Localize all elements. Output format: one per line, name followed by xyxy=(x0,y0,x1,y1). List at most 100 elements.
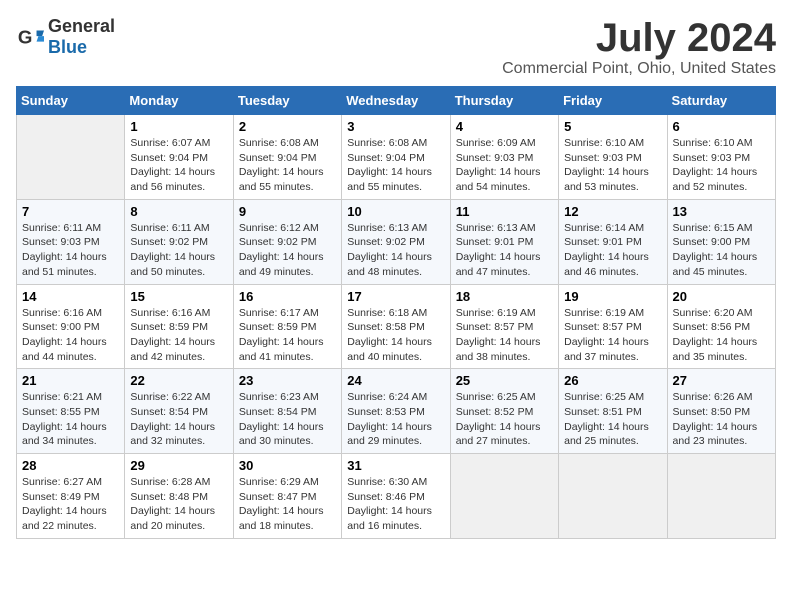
day-info: Sunrise: 6:26 AM Sunset: 8:50 PM Dayligh… xyxy=(673,390,770,449)
calendar-cell: 27 Sunrise: 6:26 AM Sunset: 8:50 PM Dayl… xyxy=(667,369,775,454)
day-info: Sunrise: 6:17 AM Sunset: 8:59 PM Dayligh… xyxy=(239,306,336,365)
day-info: Sunrise: 6:25 AM Sunset: 8:51 PM Dayligh… xyxy=(564,390,661,449)
day-number: 28 xyxy=(22,458,119,473)
day-number: 15 xyxy=(130,289,227,304)
calendar-cell xyxy=(450,454,558,539)
calendar-cell xyxy=(559,454,667,539)
logo: G General Blue xyxy=(16,16,115,58)
day-info: Sunrise: 6:11 AM Sunset: 9:03 PM Dayligh… xyxy=(22,221,119,280)
main-title: July 2024 xyxy=(502,16,776,60)
day-number: 5 xyxy=(564,119,661,134)
subtitle: Commercial Point, Ohio, United States xyxy=(502,60,776,78)
day-number: 12 xyxy=(564,204,661,219)
day-number: 8 xyxy=(130,204,227,219)
day-number: 24 xyxy=(347,373,444,388)
calendar-cell: 12 Sunrise: 6:14 AM Sunset: 9:01 PM Dayl… xyxy=(559,199,667,284)
calendar-cell: 11 Sunrise: 6:13 AM Sunset: 9:01 PM Dayl… xyxy=(450,199,558,284)
calendar-cell: 9 Sunrise: 6:12 AM Sunset: 9:02 PM Dayli… xyxy=(233,199,341,284)
day-number: 16 xyxy=(239,289,336,304)
calendar-cell: 13 Sunrise: 6:15 AM Sunset: 9:00 PM Dayl… xyxy=(667,199,775,284)
day-info: Sunrise: 6:24 AM Sunset: 8:53 PM Dayligh… xyxy=(347,390,444,449)
day-number: 21 xyxy=(22,373,119,388)
logo-text: General Blue xyxy=(48,16,115,58)
title-area: July 2024 Commercial Point, Ohio, United… xyxy=(502,16,776,78)
logo-blue: Blue xyxy=(48,37,87,57)
day-number: 13 xyxy=(673,204,770,219)
day-number: 14 xyxy=(22,289,119,304)
day-of-week-header: Monday xyxy=(125,87,233,115)
calendar-cell: 5 Sunrise: 6:10 AM Sunset: 9:03 PM Dayli… xyxy=(559,115,667,200)
day-info: Sunrise: 6:29 AM Sunset: 8:47 PM Dayligh… xyxy=(239,475,336,534)
day-info: Sunrise: 6:16 AM Sunset: 9:00 PM Dayligh… xyxy=(22,306,119,365)
svg-text:G: G xyxy=(18,27,33,48)
calendar-cell: 14 Sunrise: 6:16 AM Sunset: 9:00 PM Dayl… xyxy=(17,284,125,369)
day-info: Sunrise: 6:11 AM Sunset: 9:02 PM Dayligh… xyxy=(130,221,227,280)
day-info: Sunrise: 6:08 AM Sunset: 9:04 PM Dayligh… xyxy=(239,136,336,195)
day-info: Sunrise: 6:23 AM Sunset: 8:54 PM Dayligh… xyxy=(239,390,336,449)
day-info: Sunrise: 6:10 AM Sunset: 9:03 PM Dayligh… xyxy=(673,136,770,195)
calendar-week-row: 7 Sunrise: 6:11 AM Sunset: 9:03 PM Dayli… xyxy=(17,199,776,284)
calendar-cell: 22 Sunrise: 6:22 AM Sunset: 8:54 PM Dayl… xyxy=(125,369,233,454)
day-number: 30 xyxy=(239,458,336,473)
calendar-cell: 1 Sunrise: 6:07 AM Sunset: 9:04 PM Dayli… xyxy=(125,115,233,200)
calendar-cell: 25 Sunrise: 6:25 AM Sunset: 8:52 PM Dayl… xyxy=(450,369,558,454)
calendar-cell: 31 Sunrise: 6:30 AM Sunset: 8:46 PM Dayl… xyxy=(342,454,450,539)
day-info: Sunrise: 6:08 AM Sunset: 9:04 PM Dayligh… xyxy=(347,136,444,195)
calendar-week-row: 28 Sunrise: 6:27 AM Sunset: 8:49 PM Dayl… xyxy=(17,454,776,539)
calendar-cell: 16 Sunrise: 6:17 AM Sunset: 8:59 PM Dayl… xyxy=(233,284,341,369)
day-of-week-header: Saturday xyxy=(667,87,775,115)
calendar-cell: 10 Sunrise: 6:13 AM Sunset: 9:02 PM Dayl… xyxy=(342,199,450,284)
day-number: 19 xyxy=(564,289,661,304)
calendar-cell: 8 Sunrise: 6:11 AM Sunset: 9:02 PM Dayli… xyxy=(125,199,233,284)
day-info: Sunrise: 6:30 AM Sunset: 8:46 PM Dayligh… xyxy=(347,475,444,534)
calendar-cell: 2 Sunrise: 6:08 AM Sunset: 9:04 PM Dayli… xyxy=(233,115,341,200)
day-number: 20 xyxy=(673,289,770,304)
day-info: Sunrise: 6:18 AM Sunset: 8:58 PM Dayligh… xyxy=(347,306,444,365)
day-info: Sunrise: 6:19 AM Sunset: 8:57 PM Dayligh… xyxy=(456,306,553,365)
logo-icon: G xyxy=(16,23,44,51)
day-number: 2 xyxy=(239,119,336,134)
calendar-week-row: 21 Sunrise: 6:21 AM Sunset: 8:55 PM Dayl… xyxy=(17,369,776,454)
calendar-cell: 3 Sunrise: 6:08 AM Sunset: 9:04 PM Dayli… xyxy=(342,115,450,200)
day-number: 3 xyxy=(347,119,444,134)
day-info: Sunrise: 6:20 AM Sunset: 8:56 PM Dayligh… xyxy=(673,306,770,365)
day-info: Sunrise: 6:13 AM Sunset: 9:01 PM Dayligh… xyxy=(456,221,553,280)
day-number: 18 xyxy=(456,289,553,304)
day-number: 7 xyxy=(22,204,119,219)
calendar-cell: 21 Sunrise: 6:21 AM Sunset: 8:55 PM Dayl… xyxy=(17,369,125,454)
day-number: 17 xyxy=(347,289,444,304)
calendar-cell: 18 Sunrise: 6:19 AM Sunset: 8:57 PM Dayl… xyxy=(450,284,558,369)
calendar-cell: 23 Sunrise: 6:23 AM Sunset: 8:54 PM Dayl… xyxy=(233,369,341,454)
calendar-table: SundayMondayTuesdayWednesdayThursdayFrid… xyxy=(16,86,776,539)
day-info: Sunrise: 6:09 AM Sunset: 9:03 PM Dayligh… xyxy=(456,136,553,195)
day-info: Sunrise: 6:16 AM Sunset: 8:59 PM Dayligh… xyxy=(130,306,227,365)
calendar-cell: 6 Sunrise: 6:10 AM Sunset: 9:03 PM Dayli… xyxy=(667,115,775,200)
day-number: 11 xyxy=(456,204,553,219)
calendar-cell: 7 Sunrise: 6:11 AM Sunset: 9:03 PM Dayli… xyxy=(17,199,125,284)
calendar-cell: 19 Sunrise: 6:19 AM Sunset: 8:57 PM Dayl… xyxy=(559,284,667,369)
day-info: Sunrise: 6:13 AM Sunset: 9:02 PM Dayligh… xyxy=(347,221,444,280)
calendar-week-row: 14 Sunrise: 6:16 AM Sunset: 9:00 PM Dayl… xyxy=(17,284,776,369)
calendar-cell: 24 Sunrise: 6:24 AM Sunset: 8:53 PM Dayl… xyxy=(342,369,450,454)
day-number: 6 xyxy=(673,119,770,134)
day-number: 22 xyxy=(130,373,227,388)
calendar-cell: 17 Sunrise: 6:18 AM Sunset: 8:58 PM Dayl… xyxy=(342,284,450,369)
day-number: 1 xyxy=(130,119,227,134)
calendar-cell: 4 Sunrise: 6:09 AM Sunset: 9:03 PM Dayli… xyxy=(450,115,558,200)
day-of-week-header: Wednesday xyxy=(342,87,450,115)
day-of-week-header: Sunday xyxy=(17,87,125,115)
day-number: 25 xyxy=(456,373,553,388)
day-info: Sunrise: 6:14 AM Sunset: 9:01 PM Dayligh… xyxy=(564,221,661,280)
day-info: Sunrise: 6:25 AM Sunset: 8:52 PM Dayligh… xyxy=(456,390,553,449)
calendar-cell: 15 Sunrise: 6:16 AM Sunset: 8:59 PM Dayl… xyxy=(125,284,233,369)
header-row: SundayMondayTuesdayWednesdayThursdayFrid… xyxy=(17,87,776,115)
calendar-cell: 28 Sunrise: 6:27 AM Sunset: 8:49 PM Dayl… xyxy=(17,454,125,539)
day-number: 29 xyxy=(130,458,227,473)
day-info: Sunrise: 6:27 AM Sunset: 8:49 PM Dayligh… xyxy=(22,475,119,534)
calendar-cell xyxy=(667,454,775,539)
day-number: 31 xyxy=(347,458,444,473)
logo-general: General xyxy=(48,16,115,36)
day-number: 23 xyxy=(239,373,336,388)
day-info: Sunrise: 6:22 AM Sunset: 8:54 PM Dayligh… xyxy=(130,390,227,449)
calendar-header: SundayMondayTuesdayWednesdayThursdayFrid… xyxy=(17,87,776,115)
